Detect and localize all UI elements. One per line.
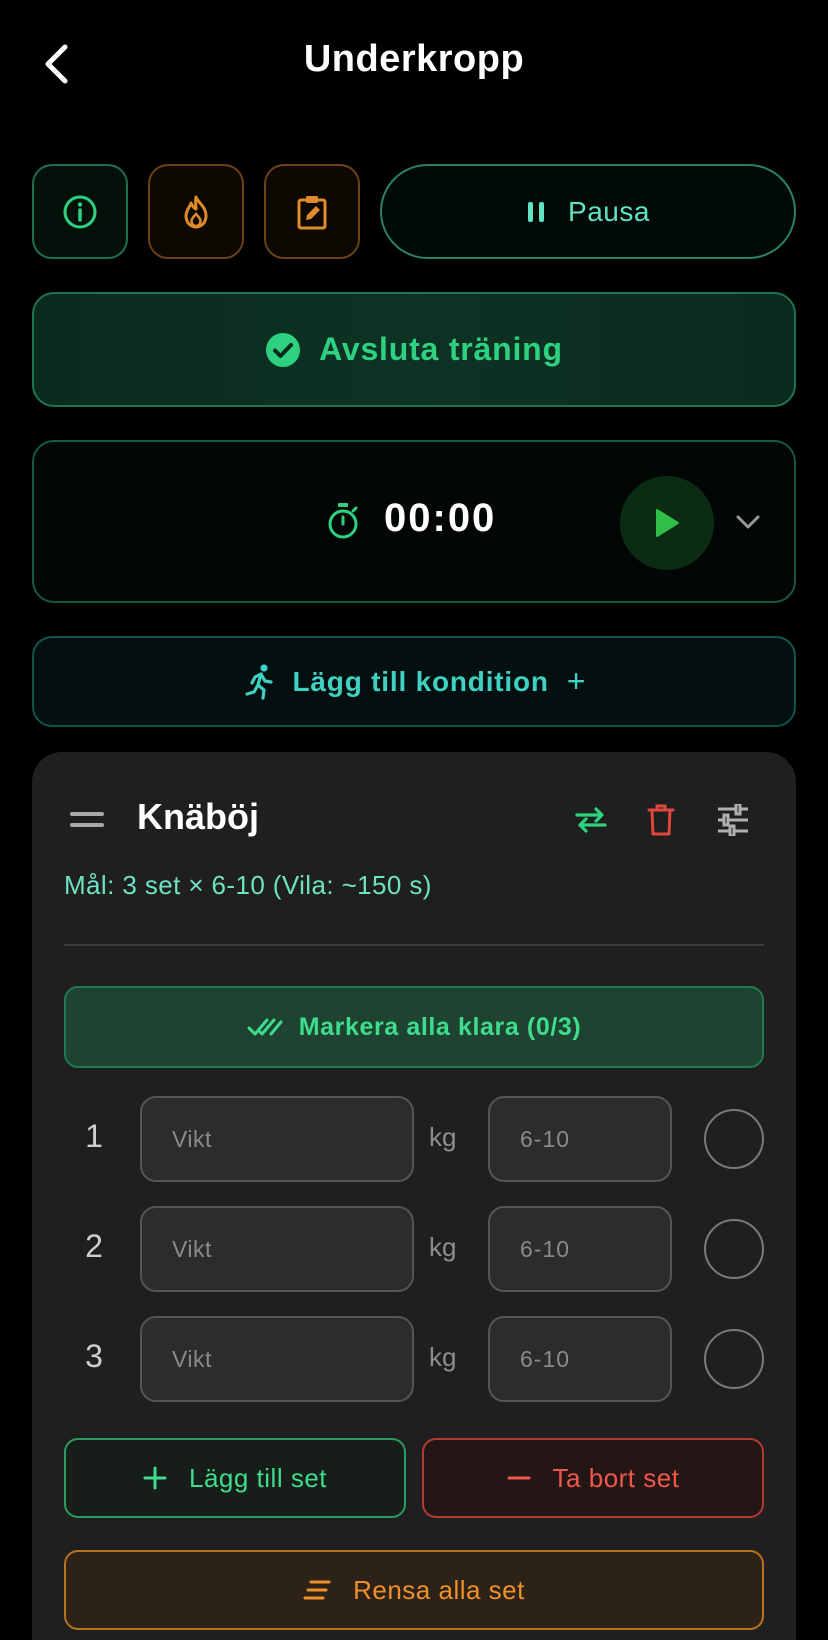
clear-all-sets-button[interactable]: Rensa alla set xyxy=(64,1550,764,1630)
timer-play-button[interactable] xyxy=(620,476,714,570)
add-cardio-label: Lägg till kondition xyxy=(292,665,549,697)
weight-unit: kg xyxy=(429,1122,457,1152)
stopwatch-icon xyxy=(328,503,358,539)
set-row: 2 kg xyxy=(64,1206,764,1292)
set-row: 3 kg xyxy=(64,1316,764,1402)
add-set-button[interactable]: Lägg till set xyxy=(64,1438,406,1518)
swap-exercise-button[interactable] xyxy=(568,800,614,840)
delete-exercise-button[interactable] xyxy=(638,798,684,842)
finish-workout-button[interactable]: Avsluta träning xyxy=(32,292,796,407)
warmup-button[interactable] xyxy=(148,164,244,259)
set-number: 3 xyxy=(85,1338,103,1374)
reps-input[interactable] xyxy=(488,1316,672,1402)
pause-label: Pausa xyxy=(568,195,650,227)
mark-all-done-button[interactable]: Markera alla klara (0/3) xyxy=(64,986,764,1068)
trash-icon xyxy=(647,804,675,836)
set-row: 1 kg xyxy=(64,1096,764,1182)
exercise-card: Knäböj Mål: 3 set × 6-10 (Vila: ~150 s) … xyxy=(32,752,796,1640)
minus-icon xyxy=(507,1476,531,1480)
add-cardio-button[interactable]: Lägg till kondition + xyxy=(32,636,796,727)
reps-input[interactable] xyxy=(488,1096,672,1182)
weight-input[interactable] xyxy=(140,1096,414,1182)
double-check-icon xyxy=(247,1018,283,1036)
info-icon xyxy=(63,195,97,228)
set-number: 1 xyxy=(85,1118,103,1154)
clipboard-edit-icon xyxy=(297,195,327,229)
set-done-checkbox[interactable] xyxy=(704,1329,764,1389)
drag-handle[interactable] xyxy=(70,812,104,828)
play-icon xyxy=(656,509,679,537)
clear-all-sets-label: Rensa alla set xyxy=(353,1574,525,1605)
notes-button[interactable] xyxy=(264,164,360,259)
flame-icon xyxy=(184,195,208,228)
add-set-label: Lägg till set xyxy=(188,1462,328,1493)
remove-set-button[interactable]: Ta bort set xyxy=(422,1438,764,1518)
plus-icon xyxy=(143,1466,167,1490)
remove-set-label: Ta bort set xyxy=(552,1462,680,1493)
set-done-checkbox[interactable] xyxy=(704,1219,764,1279)
weight-unit: kg xyxy=(429,1342,457,1372)
sliders-icon xyxy=(718,804,748,836)
pause-button[interactable]: Pausa xyxy=(380,164,796,259)
exercise-title: Knäböj xyxy=(137,796,259,837)
set-number: 2 xyxy=(85,1228,103,1264)
timer-expand-button[interactable] xyxy=(728,502,768,542)
clear-lines-icon xyxy=(303,1580,331,1600)
running-person-icon xyxy=(244,663,273,700)
swap-arrows-icon xyxy=(575,807,607,833)
exercise-settings-button[interactable] xyxy=(710,798,756,842)
exercise-goal: Mål: 3 set × 6-10 (Vila: ~150 s) xyxy=(64,870,432,900)
workout-screen: Underkropp Pausa Avsluta träning 00:00 L… xyxy=(0,0,828,1640)
info-button[interactable] xyxy=(32,164,128,259)
pause-icon xyxy=(528,201,545,222)
finish-workout-label: Avsluta träning xyxy=(319,331,563,367)
weight-input[interactable] xyxy=(140,1206,414,1292)
mark-all-done-label: Markera alla klara (0/3) xyxy=(298,1012,582,1041)
plus-icon: + xyxy=(566,663,586,699)
divider xyxy=(64,944,764,946)
reps-input[interactable] xyxy=(488,1206,672,1292)
timer-value: 00:00 xyxy=(384,496,497,540)
page-title: Underkropp xyxy=(303,38,525,80)
check-circle-icon xyxy=(266,332,301,367)
chevron-down-icon xyxy=(736,515,760,529)
header: Underkropp xyxy=(0,0,828,128)
rest-timer-card: 00:00 xyxy=(32,440,796,603)
set-done-checkbox[interactable] xyxy=(704,1109,764,1169)
weight-unit: kg xyxy=(429,1232,457,1262)
weight-input[interactable] xyxy=(140,1316,414,1402)
